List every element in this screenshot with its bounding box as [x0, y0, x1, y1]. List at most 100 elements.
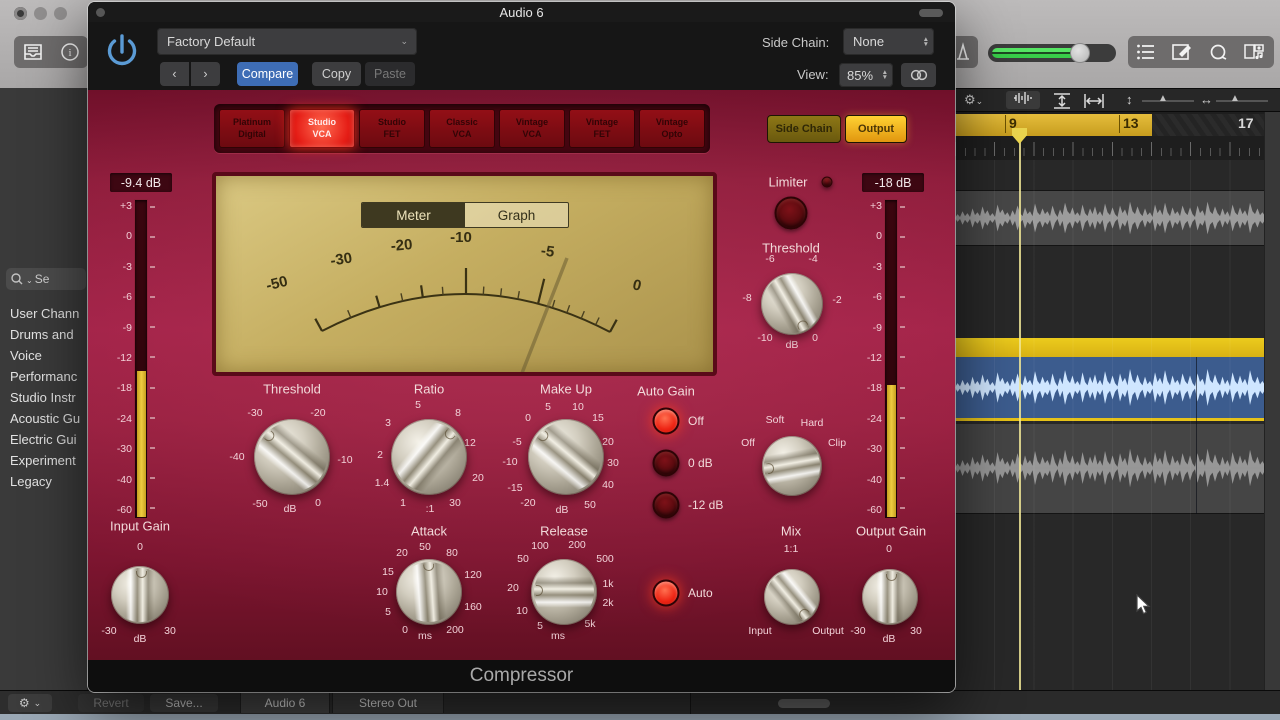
- tab-meter[interactable]: Meter: [362, 203, 465, 227]
- tick-label: 30: [910, 625, 922, 637]
- vertical-zoom-thumb[interactable]: ▲: [1158, 93, 1168, 104]
- tab-channel[interactable]: Audio 6: [240, 693, 330, 713]
- make-up-label: Make Up: [540, 382, 592, 397]
- library-icon[interactable]: [22, 43, 44, 61]
- tick-label: Soft: [766, 414, 785, 426]
- attack-knob[interactable]: [396, 559, 462, 625]
- timeline-ruler[interactable]: 9 13 17: [955, 112, 1280, 160]
- horizontal-zoom-thumb[interactable]: ▲: [1230, 93, 1240, 104]
- list-editors-icon[interactable]: [1135, 43, 1157, 61]
- library-item[interactable]: User Chann: [10, 306, 88, 326]
- link-button[interactable]: [901, 63, 936, 87]
- minimize-window-button[interactable]: [34, 7, 47, 20]
- library-item[interactable]: Studio Instr: [10, 390, 88, 410]
- distortion-knob[interactable]: [762, 436, 822, 496]
- input-meter-dashes: [150, 206, 155, 509]
- region-header-selected[interactable]: [955, 338, 1280, 357]
- vertical-auto-zoom-icon[interactable]: [1050, 92, 1074, 110]
- threshold-knob[interactable]: [254, 419, 330, 495]
- paste-button[interactable]: Paste: [365, 62, 415, 86]
- circuit-studio-fet[interactable]: Studio FET: [359, 109, 425, 148]
- plugin-title: Audio 6: [499, 5, 543, 20]
- horizontal-auto-zoom-icon[interactable]: [1082, 92, 1106, 110]
- preset-dropdown[interactable]: Factory Default ⌄: [157, 28, 417, 55]
- limiter-button[interactable]: [775, 197, 808, 230]
- release-knob[interactable]: [531, 559, 597, 625]
- output-gain-knob[interactable]: [862, 569, 918, 625]
- input-level-meter: [135, 200, 147, 518]
- tick-label: 10: [376, 586, 388, 598]
- input-gain-knob[interactable]: [111, 566, 169, 624]
- tick-label: Hard: [801, 417, 824, 429]
- audio-region-track3[interactable]: [955, 424, 1280, 514]
- vertical-scrollbar[interactable]: [1264, 112, 1280, 690]
- circuit-classic-vca[interactable]: Classic VCA: [429, 109, 495, 148]
- library-item[interactable]: Legacy: [10, 474, 88, 494]
- library-item[interactable]: Electric Gui: [10, 432, 88, 452]
- attack-label: Attack: [411, 524, 447, 539]
- tab-output[interactable]: Stereo Out: [332, 693, 444, 713]
- auto-gain-minus12-button[interactable]: [653, 492, 680, 519]
- audio-region-track2-selected[interactable]: [955, 357, 1280, 421]
- circuit-platinum-digital[interactable]: Platinum Digital: [219, 109, 285, 148]
- horizontal-scrollbar-thumb[interactable]: [778, 699, 830, 708]
- audio-region-track1[interactable]: [955, 190, 1280, 246]
- circuit-vintage-vca[interactable]: Vintage VCA: [499, 109, 565, 148]
- library-item[interactable]: Acoustic Gu: [10, 411, 88, 431]
- library-search-input[interactable]: ⌄ Se: [6, 268, 86, 290]
- prev-preset-button[interactable]: ‹: [160, 62, 189, 86]
- auto-gain-0db-button[interactable]: [653, 450, 680, 477]
- tick-label: 0: [812, 332, 818, 344]
- vertical-zoom-slider[interactable]: [1142, 100, 1194, 102]
- library-toolbar-group: i: [14, 36, 88, 68]
- library-item[interactable]: Voice: [10, 348, 88, 368]
- input-gain-label: Input Gain: [110, 519, 170, 534]
- circuit-vintage-fet[interactable]: Vintage FET: [569, 109, 635, 148]
- tick-label: 15: [592, 412, 604, 424]
- library-item[interactable]: Experiment: [10, 453, 88, 473]
- volume-slider[interactable]: [988, 44, 1116, 62]
- plugin-titlebar[interactable]: Audio 6: [88, 2, 955, 22]
- mix-knob[interactable]: [764, 569, 820, 625]
- view-zoom-stepper[interactable]: 85% ▲▼: [839, 63, 893, 87]
- notepad-icon[interactable]: [1171, 43, 1193, 61]
- save-button[interactable]: Save...: [150, 694, 218, 712]
- zoom-window-button[interactable]: [54, 7, 67, 20]
- plugin-settings-gear-button[interactable]: ⚙⌄: [8, 694, 52, 712]
- side-chain-view-button[interactable]: Side Chain: [767, 115, 841, 143]
- next-preset-button[interactable]: ›: [191, 62, 220, 86]
- tick-label: Input: [748, 625, 771, 637]
- library-item[interactable]: Drums and: [10, 327, 88, 347]
- compare-button[interactable]: Compare: [237, 62, 298, 86]
- side-chain-dropdown[interactable]: None ▲▼: [843, 28, 934, 55]
- circuit-vintage-opto[interactable]: Vintage Opto: [639, 109, 705, 148]
- track-settings-gear-icon[interactable]: ⚙⌄: [964, 92, 983, 108]
- search-scope-chevron-icon[interactable]: ⌄: [26, 276, 33, 285]
- tick-label: -30: [101, 625, 116, 637]
- close-window-button[interactable]: [14, 7, 27, 20]
- copy-button[interactable]: Copy: [312, 62, 361, 86]
- tab-graph[interactable]: Graph: [465, 203, 568, 227]
- loops-browser-icon[interactable]: [1207, 43, 1229, 61]
- inspector-info-icon[interactable]: i: [60, 42, 80, 62]
- make-up-knob[interactable]: [528, 419, 604, 495]
- volume-slider-thumb[interactable]: [1070, 43, 1090, 63]
- power-button-icon[interactable]: [104, 32, 140, 76]
- auto-gain-off-button[interactable]: [653, 408, 680, 435]
- plugin-close-button[interactable]: [96, 8, 105, 17]
- limiter-threshold-knob[interactable]: [761, 273, 823, 335]
- tick-label: 0: [525, 412, 531, 424]
- waveform-zoom-button[interactable]: [1006, 91, 1040, 109]
- svg-text:-10: -10: [450, 229, 472, 246]
- output-view-button[interactable]: Output: [845, 115, 907, 143]
- auto-release-button[interactable]: [653, 580, 680, 607]
- tick-label: 1k: [602, 578, 613, 590]
- ratio-knob[interactable]: [391, 419, 467, 495]
- circuit-studio-vca[interactable]: Studio VCA: [289, 109, 355, 148]
- side-chain-label: Side Chain:: [762, 35, 829, 50]
- revert-button[interactable]: Revert: [78, 694, 144, 712]
- plugin-minimize-button[interactable]: [919, 9, 943, 17]
- horizontal-zoom-slider[interactable]: [1216, 100, 1268, 102]
- media-browser-icon[interactable]: [1243, 42, 1267, 62]
- library-item[interactable]: Performanc: [10, 369, 88, 389]
